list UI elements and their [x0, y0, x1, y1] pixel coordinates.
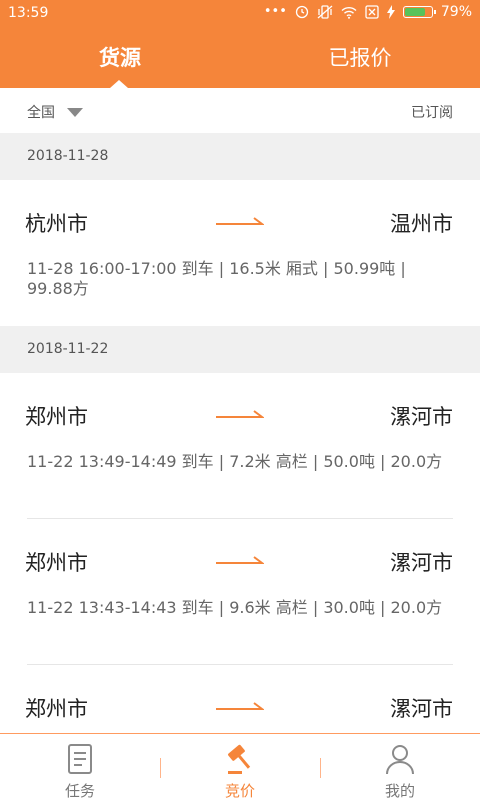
list-item[interactable]: 杭州市 温州市 11-28 16:00-17:00 到车 | 16.5米 厢式 … [0, 180, 480, 326]
dots-icon: ••• [263, 4, 287, 19]
origin-city: 郑州市 [25, 697, 88, 721]
region-filter-label: 全国 [27, 105, 55, 121]
bottom-nav: 任务 竞价 我的 [0, 733, 480, 800]
arrow-right-icon [216, 410, 264, 418]
tab-label: 已报价 [328, 46, 392, 70]
charging-icon [386, 5, 395, 19]
date-header: 2018-11-28 [0, 133, 480, 180]
arrow-right-icon [216, 702, 264, 710]
task-document-icon [68, 744, 92, 774]
destination-city: 漯河市 [390, 405, 453, 429]
destination-city: 漯河市 [390, 697, 453, 721]
status-time: 13:59 [8, 5, 49, 21]
origin-city: 郑州市 [25, 551, 88, 575]
nav-label: 竞价 [224, 782, 255, 800]
battery-icon [402, 6, 436, 18]
nav-item-bidding[interactable]: 竞价 [160, 734, 320, 800]
region-filter-dropdown[interactable]: 全国 [27, 102, 83, 122]
wifi-icon [341, 6, 357, 19]
cargo-detail: 11-22 13:49-14:49 到车 | 7.2米 高栏 | 50.0吨 |… [27, 452, 443, 471]
list-item[interactable]: 郑州市 漯河市 11-22 13:43-14:43 到车 | 9.6米 高栏 |… [0, 519, 480, 665]
nav-item-tasks[interactable]: 任务 [0, 734, 160, 800]
filter-bar: 全国 已订阅 [0, 88, 480, 133]
alarm-icon [295, 5, 309, 19]
origin-city: 杭州市 [25, 212, 88, 236]
destination-city: 温州市 [390, 212, 453, 236]
list-item[interactable]: 郑州市 漯河市 [0, 665, 480, 733]
status-icons: ••• 79% [264, 4, 472, 20]
cargo-detail: 11-28 16:00-17:00 到车 | 16.5米 厢式 | 50.99吨… [27, 259, 406, 298]
date-header: 2018-11-22 [0, 326, 480, 373]
nav-label: 我的 [384, 782, 415, 800]
destination-city: 漯河市 [390, 551, 453, 575]
origin-city: 郑州市 [25, 405, 88, 429]
nav-label: 任务 [64, 782, 95, 800]
tab-quoted[interactable]: 已报价 [240, 26, 480, 88]
caret-down-icon [67, 107, 83, 117]
arrow-right-icon [216, 217, 264, 225]
arrow-right-icon [216, 556, 264, 564]
subscribed-link[interactable]: 已订阅 [411, 102, 453, 122]
list-item[interactable]: 郑州市 漯河市 11-22 13:49-14:49 到车 | 7.2米 高栏 |… [0, 373, 480, 519]
sim-icon [365, 5, 379, 19]
header: 货源 已报价 [0, 26, 480, 88]
profile-person-icon [386, 745, 414, 775]
nav-item-mine[interactable]: 我的 [320, 734, 480, 800]
battery-percent: 79% [440, 4, 472, 20]
cargo-detail: 11-22 13:43-14:43 到车 | 9.6米 高栏 | 30.0吨 |… [27, 598, 443, 617]
cargo-list: 2018-11-28 杭州市 温州市 11-28 16:00-17:00 到车 … [0, 133, 480, 733]
tab-cargo-source[interactable]: 货源 [0, 26, 240, 88]
active-tab-indicator [110, 80, 128, 88]
auction-hammer-icon [228, 744, 251, 774]
status-bar: 13:59 ••• 79% [0, 0, 480, 26]
vibrate-icon [317, 5, 333, 19]
tab-label: 货源 [99, 46, 141, 70]
